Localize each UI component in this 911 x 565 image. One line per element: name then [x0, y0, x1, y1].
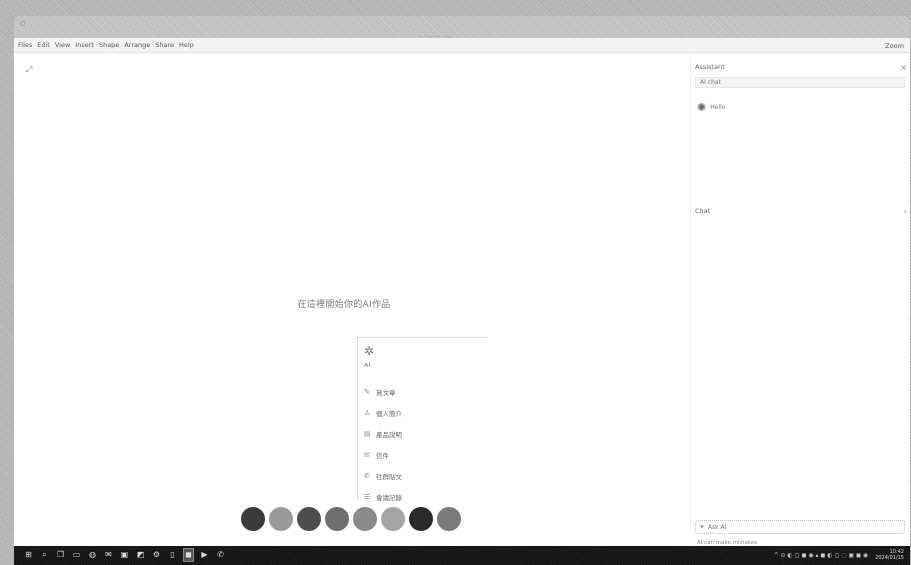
- folder-icon[interactable]: ▭: [72, 549, 81, 561]
- window-control-icon[interactable]: ○: [20, 20, 25, 27]
- menu-item[interactable]: Shape: [99, 41, 119, 49]
- color-swatch[interactable]: [269, 507, 293, 531]
- chat-icon: ✆: [364, 471, 370, 480]
- menu-item-product[interactable]: ▤ 產品說明: [364, 423, 481, 444]
- browser-icon[interactable]: ◍: [88, 549, 97, 561]
- panel-title: Assistant: [695, 63, 725, 71]
- color-swatch[interactable]: [381, 507, 405, 531]
- color-swatch[interactable]: [353, 507, 377, 531]
- settings-icon[interactable]: ⚙: [152, 549, 161, 561]
- close-icon[interactable]: ×: [900, 63, 907, 72]
- color-swatch[interactable]: [325, 507, 349, 531]
- terminal-icon[interactable]: ▯: [168, 549, 177, 561]
- ai-template-menu: ✲ AI ✎ 寫文章 ♙ 個人簡介 ▤ 產品說明 ✉ 信件 ✆ 社群貼文 ☰ 會…: [357, 337, 487, 502]
- ai-menu-label: AI: [364, 361, 371, 369]
- menu-item[interactable]: Files: [18, 41, 32, 49]
- chat-section[interactable]: Chat ›: [695, 207, 907, 216]
- menu-item[interactable]: View: [55, 41, 70, 49]
- panel-mode-field[interactable]: AI chat: [695, 77, 905, 88]
- zoom-menu[interactable]: Zoom: [885, 42, 904, 50]
- photos-icon[interactable]: ◩: [136, 549, 145, 561]
- menu-item-bio[interactable]: ♙ 個人簡介: [364, 402, 481, 423]
- list-icon: ☰: [364, 492, 371, 501]
- color-palette: [241, 507, 461, 531]
- chat-icon[interactable]: ✆: [216, 549, 225, 561]
- menu-item-label: 個人簡介: [376, 409, 402, 418]
- chevron-right-icon: ›: [903, 207, 907, 216]
- canvas-prompt: 在這裡開始你的AI作品: [297, 300, 391, 310]
- person-icon: ♙: [364, 408, 371, 417]
- canvas-area[interactable]: ⤢ 在這裡開始你的AI作品 ✲ AI ✎ 寫文章 ♙ 個人簡介 ▤ 產品說明 ✉…: [14, 53, 690, 531]
- menu-item-label: 產品說明: [376, 430, 402, 439]
- greeting-text: Hello: [710, 104, 726, 111]
- clock-date: 2024/01/15: [875, 555, 904, 561]
- menu-item[interactable]: Insert: [75, 41, 94, 49]
- chat-section-label: Chat: [695, 207, 711, 215]
- menu-item-meeting-notes[interactable]: ☰ 會議記錄: [364, 486, 481, 507]
- sparkle-icon: ✦: [699, 523, 705, 531]
- taskview-icon[interactable]: ❐: [56, 549, 65, 561]
- panel-header: Assistant ×: [695, 63, 907, 72]
- app-icon[interactable]: ◼: [183, 548, 194, 562]
- search-icon[interactable]: ⌕: [40, 549, 49, 561]
- menu-item[interactable]: Arrange: [124, 41, 150, 49]
- sparkle-icon: ✲: [364, 344, 375, 358]
- color-swatch[interactable]: [297, 507, 321, 531]
- color-swatch[interactable]: [409, 507, 433, 531]
- menu-item-social-post[interactable]: ✆ 社群貼文: [364, 465, 481, 486]
- assistant-avatar-icon: ✺: [697, 101, 707, 114]
- menu-item[interactable]: Share: [155, 41, 174, 49]
- menu-item-label: 社群貼文: [376, 472, 402, 481]
- mail-icon: ✉: [364, 450, 370, 459]
- menu-item-label: 會議記錄: [376, 493, 402, 502]
- menu-item-label: 寫文章: [376, 388, 396, 397]
- assistant-panel: Assistant × AI chat ✺ Hello Chat › ✦ AI …: [690, 53, 910, 546]
- mail-icon[interactable]: ✉: [104, 549, 113, 561]
- title-bar: ○ ................: [14, 16, 910, 39]
- store-icon[interactable]: ▣: [120, 549, 129, 561]
- assistant-greeting: ✺ Hello: [697, 101, 725, 114]
- color-swatch[interactable]: [437, 507, 461, 531]
- start-icon[interactable]: ⊞: [24, 549, 33, 561]
- menu-item-label: 信件: [376, 451, 389, 460]
- system-tray: ^ ⊙ ◐ ◻ ◼ ◉ ▴ ◼ ◐ ◻ ◌ ▣ ◼ ◉ 10:42 2024/0…: [774, 549, 904, 561]
- menu-item-letter[interactable]: ✉ 信件: [364, 444, 481, 465]
- expand-icon[interactable]: ⤢: [26, 65, 32, 75]
- menu-bar: Files Edit View Insert Shape Arrange Sha…: [14, 38, 910, 53]
- pencil-icon: ✎: [364, 387, 370, 396]
- menu-item[interactable]: Edit: [37, 41, 50, 49]
- taskbar-apps: ⊞ ⌕ ❐ ▭ ◍ ✉ ▣ ◩ ⚙ ▯ ◼ ▶ ✆: [24, 548, 225, 562]
- chat-input-box[interactable]: ✦: [695, 520, 905, 534]
- chat-input[interactable]: [707, 523, 888, 531]
- color-swatch[interactable]: [241, 507, 265, 531]
- clock[interactable]: 10:42 2024/01/15: [875, 549, 904, 561]
- menu-item-write-article[interactable]: ✎ 寫文章: [364, 381, 481, 402]
- taskbar: ⊞ ⌕ ❐ ▭ ◍ ✉ ▣ ◩ ⚙ ▯ ◼ ▶ ✆ ^ ⊙ ◐ ◻ ◼ ◉ ▴ ◼ ◐ ◻ ◌ ▣ ◼ …: [14, 546, 910, 565]
- tray-icons[interactable]: ^ ⊙ ◐ ◻ ◼ ◉ ▴ ◼ ◐ ◻ ◌ ▣ ◼ ◉: [774, 552, 869, 559]
- menu-item[interactable]: Help: [179, 41, 194, 49]
- media-icon[interactable]: ▶: [200, 549, 209, 561]
- app-window: ○ ................ Files Edit View Inser…: [14, 16, 910, 546]
- document-icon: ▤: [364, 429, 371, 438]
